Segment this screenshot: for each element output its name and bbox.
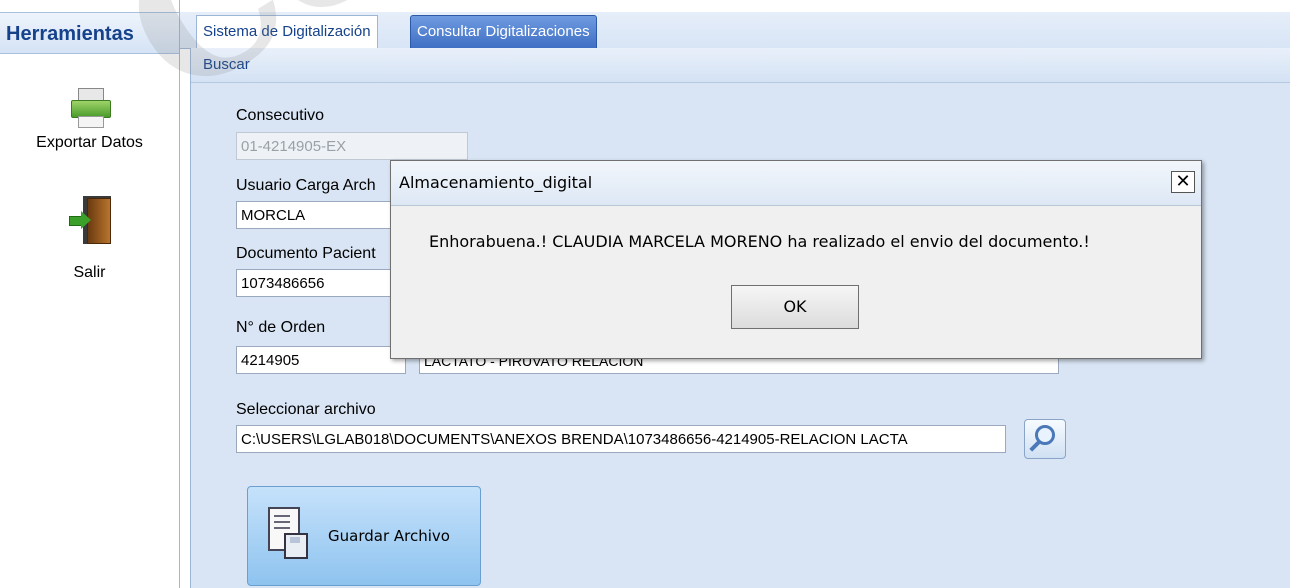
message-dialog: Almacenamiento_digital ✕ Enhorabuena.! C… bbox=[390, 160, 1202, 359]
tools-header: Herramientas bbox=[0, 12, 179, 54]
dialog-title: Almacenamiento_digital bbox=[399, 173, 593, 192]
buscar-bar: Buscar bbox=[191, 48, 1290, 83]
export-data-label: Exportar Datos bbox=[36, 134, 143, 151]
save-file-button[interactable]: Guardar Archivo bbox=[247, 486, 481, 586]
tools-panel: Herramientas Exportar Datos Salir bbox=[0, 0, 180, 588]
documento-label: Documento Pacient bbox=[236, 245, 376, 262]
documento-field[interactable]: 1073486656 bbox=[236, 269, 406, 297]
orden-label: N° de Orden bbox=[236, 319, 326, 336]
consecutivo-label: Consecutivo bbox=[236, 107, 325, 124]
usuario-field[interactable]: MORCLA bbox=[236, 201, 406, 229]
dialog-titlebar[interactable]: Almacenamiento_digital ✕ bbox=[391, 161, 1201, 206]
tools-title: Herramientas bbox=[6, 23, 134, 45]
save-file-label: Guardar Archivo bbox=[328, 527, 450, 545]
tab-sistema-digitalizacion[interactable]: Sistema de Digitalización bbox=[196, 15, 378, 48]
dialog-close-button[interactable]: ✕ bbox=[1171, 171, 1195, 193]
ok-button[interactable]: OK bbox=[731, 285, 859, 329]
exit-label: Salir bbox=[73, 264, 106, 281]
exit-door-icon bbox=[65, 196, 115, 246]
archivo-label: Seleccionar archivo bbox=[236, 401, 376, 418]
orden-field[interactable]: 4214905 bbox=[236, 346, 406, 374]
export-data-button[interactable]: Exportar Datos bbox=[0, 84, 179, 152]
browse-file-button[interactable] bbox=[1024, 419, 1066, 459]
exit-button[interactable]: Salir bbox=[0, 196, 179, 282]
tabstrip: Sistema de Digitalización Consultar Digi… bbox=[180, 12, 1290, 49]
save-document-icon bbox=[268, 507, 308, 559]
printer-icon bbox=[65, 84, 115, 134]
tab-consultar-digitalizaciones[interactable]: Consultar Digitalizaciones bbox=[410, 15, 597, 49]
consecutivo-field[interactable]: 01-4214905-EX bbox=[236, 132, 468, 160]
usuario-label: Usuario Carga Arch bbox=[236, 177, 376, 194]
dialog-message: Enhorabuena.! CLAUDIA MARCELA MORENO ha … bbox=[429, 232, 1090, 251]
buscar-label: Buscar bbox=[203, 56, 250, 73]
archivo-path-field[interactable]: C:\USERS\LGLAB018\DOCUMENTS\ANEXOS BREND… bbox=[236, 425, 1006, 453]
